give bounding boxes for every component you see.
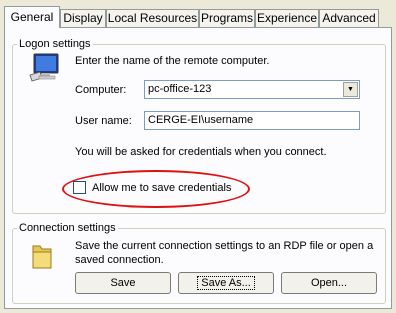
tab-local-resources[interactable]: Local Resources (106, 9, 199, 27)
username-value: CERGE-EI\username (148, 114, 254, 126)
computer-icon (28, 52, 62, 85)
save-as-button[interactable]: Save As... (178, 272, 274, 294)
chevron-down-icon[interactable]: ▼ (343, 82, 358, 97)
tab-experience[interactable]: Experience (255, 9, 319, 27)
open-button[interactable]: Open... (281, 272, 377, 294)
connection-description-line2: saved connection. (75, 254, 164, 266)
annotation-ellipse (62, 170, 250, 208)
save-button[interactable]: Save (75, 272, 171, 294)
username-label: User name: (75, 115, 132, 127)
tab-advanced[interactable]: Advanced (319, 9, 379, 27)
computer-combobox[interactable]: pc-office-123 ▼ (144, 80, 360, 99)
tab-display[interactable]: Display (60, 9, 106, 27)
credentials-note: You will be asked for credentials when y… (75, 146, 327, 158)
tab-programs[interactable]: Programs (199, 9, 255, 27)
username-field[interactable]: CERGE-EI\username (144, 111, 360, 130)
computer-value: pc-office-123 (148, 83, 212, 95)
computer-label: Computer: (75, 84, 127, 96)
tab-general[interactable]: General (4, 6, 60, 28)
logon-settings-legend: Logon settings (19, 38, 91, 50)
folder-icon (30, 242, 54, 275)
connection-description-line1: Save the current connection settings to … (75, 240, 374, 252)
connection-settings-legend: Connection settings (19, 222, 116, 234)
logon-description: Enter the name of the remote computer. (75, 55, 270, 67)
